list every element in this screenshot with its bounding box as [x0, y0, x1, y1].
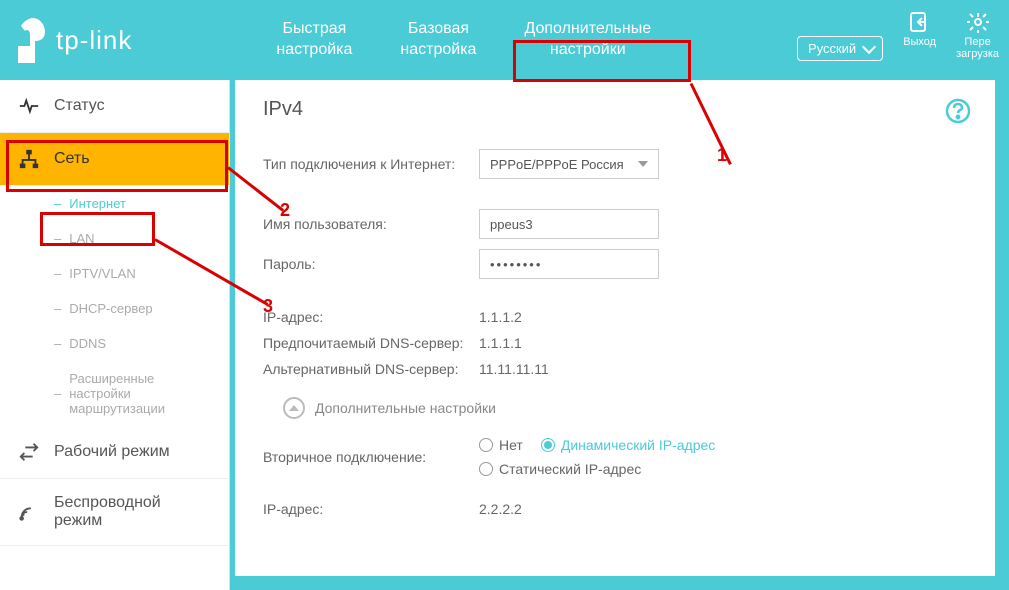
sidebar-sub-dhcp[interactable]: DHCP-сервер — [0, 291, 229, 326]
radio-secondary-dynamic[interactable]: Динамический IP-адрес — [541, 437, 715, 453]
sidebar-mode-label: Рабочий режим — [54, 443, 170, 461]
main-content: IPv4 Тип подключения к Интернет: PPPoE/P… — [235, 80, 995, 576]
sidebar-item-wireless[interactable]: Беспроводной режим — [0, 479, 229, 546]
conn-type-label: Тип подключения к Интернет: — [263, 156, 479, 172]
tab-basic-setup[interactable]: Базовая настройка — [376, 19, 500, 61]
sidebar: Статус Сеть Интернет LAN IPTV/VLAN DHCP-… — [0, 80, 230, 590]
radio-secondary-none[interactable]: Нет — [479, 437, 523, 453]
dns1-value: 1.1.1.1 — [479, 335, 522, 351]
dns1-label: Предпочитаемый DNS-сервер: — [263, 335, 479, 351]
conn-type-select[interactable]: PPPoE/PPPoE Россия — [479, 149, 659, 179]
sidebar-status-label: Статус — [54, 97, 105, 115]
wireless-icon — [18, 501, 40, 523]
help-icon[interactable] — [945, 98, 971, 124]
sidebar-network-label: Сеть — [54, 150, 90, 168]
reboot-button[interactable]: Пере загрузка — [956, 10, 999, 60]
advanced-settings-label: Дополнительные настройки — [315, 400, 496, 416]
brand-name: tp-link — [56, 25, 132, 56]
sidebar-sub-ddns[interactable]: DDNS — [0, 326, 229, 361]
chevron-down-icon — [638, 161, 648, 167]
language-value: Русский — [808, 41, 856, 56]
expand-icon — [283, 397, 305, 419]
username-label: Имя пользователя: — [263, 216, 479, 232]
sidebar-sub-routing[interactable]: Расширенные настройки маршрутизации — [0, 361, 229, 426]
password-input[interactable]: •••••••• — [479, 249, 659, 279]
ip-label: IP-адрес: — [263, 309, 479, 325]
mode-icon — [18, 441, 40, 463]
logout-icon — [908, 10, 932, 34]
tab-quick-setup[interactable]: Быстрая настройка — [252, 19, 376, 61]
logout-label: Выход — [903, 36, 936, 48]
sidebar-sub-internet[interactable]: Интернет — [0, 186, 229, 221]
radio-secondary-static[interactable]: Статический IP-адрес — [479, 461, 641, 477]
brand-logo: tp-link — [18, 18, 132, 63]
dns2-value: 11.11.11.11 — [479, 361, 549, 377]
username-input[interactable]: ppeus3 — [479, 209, 659, 239]
conn-type-value: PPPoE/PPPoE Россия — [490, 157, 624, 172]
tab-advanced-setup[interactable]: Дополнительные настройки — [500, 19, 675, 61]
ip-value: 1.1.1.2 — [479, 309, 522, 325]
password-label: Пароль: — [263, 256, 479, 272]
reboot-icon — [966, 10, 990, 34]
sidebar-item-status[interactable]: Статус — [0, 80, 229, 133]
sidebar-item-mode[interactable]: Рабочий режим — [0, 426, 229, 479]
status-icon — [18, 95, 40, 117]
dns2-label: Альтернативный DNS-сервер: — [263, 361, 479, 377]
sidebar-item-network[interactable]: Сеть — [0, 133, 229, 186]
sidebar-sub-lan[interactable]: LAN — [0, 221, 229, 256]
logout-button[interactable]: Выход — [903, 10, 936, 48]
advanced-settings-toggle[interactable]: Дополнительные настройки — [283, 397, 967, 419]
sidebar-sub-iptv[interactable]: IPTV/VLAN — [0, 256, 229, 291]
secondary-label: Вторичное подключение: — [263, 449, 479, 465]
ip2-label: IP-адрес: — [263, 501, 479, 517]
tplink-logo-icon — [18, 18, 48, 63]
language-select[interactable]: Русский — [797, 36, 883, 61]
sidebar-wireless-label: Беспроводной режим — [54, 494, 211, 530]
network-icon — [18, 148, 40, 170]
reboot-label: Пере загрузка — [956, 36, 999, 60]
page-title: IPv4 — [263, 98, 967, 121]
ip2-value: 2.2.2.2 — [479, 501, 522, 517]
